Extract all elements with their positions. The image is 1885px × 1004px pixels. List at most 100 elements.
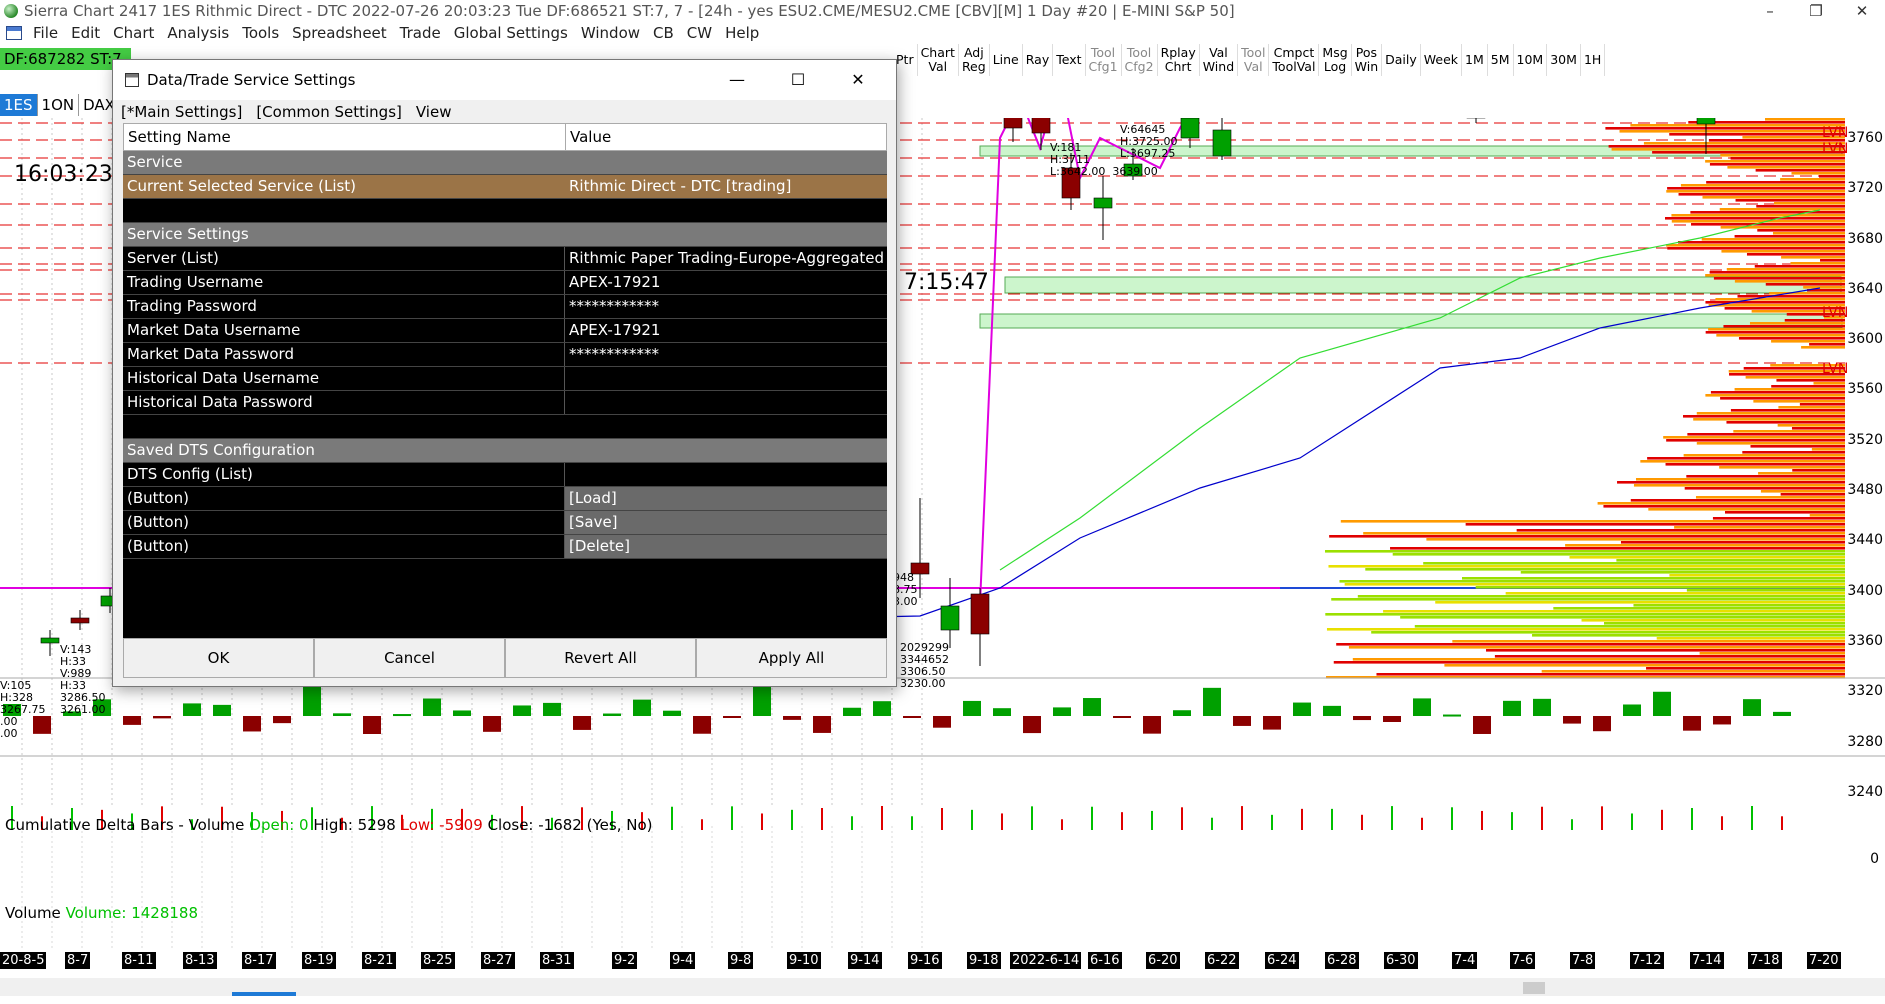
volume-profile-bar <box>1643 142 1845 145</box>
volume-profile-bar <box>1772 232 1845 235</box>
date-tick-label: 6-16 <box>1088 952 1122 969</box>
dialog-close-button[interactable]: ✕ <box>829 60 887 100</box>
toolbar-button-ray[interactable]: Ray <box>1023 44 1054 76</box>
toolbar-button-30m[interactable]: 30M <box>1547 44 1581 76</box>
setting-value-cell[interactable]: ************ <box>565 295 887 318</box>
setting-value-cell[interactable]: Rithmic Direct - DTC [trading] <box>565 175 887 198</box>
toolbar-button-line2: Text <box>1056 52 1082 67</box>
setting-value-cell[interactable] <box>565 415 887 438</box>
dialog-maximize-button[interactable]: ☐ <box>769 60 827 100</box>
toolbar-button-val[interactable]: Tool Val <box>1238 44 1270 76</box>
toolbar-button-daily[interactable]: Daily <box>1382 44 1421 76</box>
data-feed-status: DF:687282 ST:7, <box>0 48 131 70</box>
chartbook-icon[interactable] <box>6 26 22 40</box>
setting-name-cell: Trading Password <box>123 295 565 318</box>
volume-profile-bar <box>1690 211 1845 214</box>
menu-window[interactable]: Window <box>576 24 648 42</box>
setting-value-cell[interactable] <box>565 391 887 414</box>
setting-action-button[interactable]: [Load] <box>565 487 887 510</box>
delta-bar <box>1233 716 1251 726</box>
price-path <box>979 118 1188 605</box>
setting-value-cell[interactable] <box>565 199 887 222</box>
setting-value-cell[interactable]: APEX-17921 <box>565 319 887 342</box>
toolbar-button-chrt[interactable]: Rplay Chrt <box>1158 44 1200 76</box>
toolbar-button-val[interactable]: Chart Val <box>918 44 959 76</box>
settings-row[interactable]: (Button) [Delete] <box>123 535 887 559</box>
toolbar-button-wind[interactable]: Val Wind <box>1200 44 1239 76</box>
settings-row[interactable]: (Button) [Load] <box>123 487 887 511</box>
dialog-title-bar[interactable]: Data/Trade Service Settings — ☐ ✕ <box>113 60 896 100</box>
tab-1es[interactable]: 1ES <box>0 94 38 116</box>
scrollbar-thumb[interactable] <box>1523 982 1545 994</box>
settings-row[interactable]: Market Data Username APEX-17921 <box>123 319 887 343</box>
ok-button[interactable]: OK <box>123 638 314 678</box>
menu-help[interactable]: Help <box>720 24 767 42</box>
settings-row[interactable]: Trading Password ************ <box>123 295 887 319</box>
toolbar-button-log[interactable]: Msg Log <box>1319 44 1352 76</box>
toolbar-button-toolval[interactable]: Cmpct ToolVal <box>1269 44 1320 76</box>
menu-main-settings[interactable]: [*Main Settings] <box>121 103 242 121</box>
volume-profile-bar <box>1608 145 1845 148</box>
column-header-value[interactable]: Value <box>566 124 886 150</box>
cumulative-delta-open: Open: 0 <box>249 816 309 834</box>
toolbar-button-1m[interactable]: 1M <box>1462 44 1488 76</box>
window-minimize-button[interactable]: – <box>1747 0 1793 22</box>
toolbar-button-win[interactable]: Pos Win <box>1352 44 1383 76</box>
toolbar-button-line[interactable]: Line <box>990 44 1023 76</box>
setting-value-cell[interactable]: ************ <box>565 343 887 366</box>
settings-row[interactable]: Market Data Password ************ <box>123 343 887 367</box>
menu-analysis[interactable]: Analysis <box>162 24 237 42</box>
setting-value-cell[interactable]: Rithmic Paper Trading-Europe-Aggregated <box>565 247 887 270</box>
setting-value-cell[interactable] <box>565 463 887 486</box>
menu-spreadsheet[interactable]: Spreadsheet <box>287 24 394 42</box>
menu-cb[interactable]: CB <box>648 24 682 42</box>
cancel-button[interactable]: Cancel <box>314 638 505 678</box>
toolbar-button-cfg1[interactable]: Tool Cfg1 <box>1086 44 1122 76</box>
volume-label: Volume Volume: 1428188 <box>5 904 198 922</box>
settings-row[interactable]: Historical Data Password <box>123 391 887 415</box>
settings-row[interactable]: Current Selected Service (List) Rithmic D… <box>123 175 887 199</box>
toolbar-button-1h[interactable]: 1H <box>1581 44 1606 76</box>
setting-value-cell[interactable]: APEX-17921 <box>565 271 887 294</box>
delta-bar <box>303 686 321 716</box>
toolbar-button-line2: 10M <box>1516 52 1544 67</box>
settings-row[interactable]: (Button) [Save] <box>123 511 887 535</box>
toolbar-button-cfg2[interactable]: Tool Cfg2 <box>1122 44 1158 76</box>
settings-row[interactable]: Historical Data Username <box>123 367 887 391</box>
menu-common-settings[interactable]: [Common Settings] <box>256 103 402 121</box>
menu-global-settings[interactable]: Global Settings <box>449 24 576 42</box>
menu-chart[interactable]: Chart <box>108 24 162 42</box>
revert-all-button[interactable]: Revert All <box>505 638 696 678</box>
setting-action-button[interactable]: [Delete] <box>565 535 887 558</box>
apply-all-button[interactable]: Apply All <box>696 638 887 678</box>
window-controls: – ❐ ✕ <box>1747 0 1885 22</box>
toolbar-button-5m[interactable]: 5M <box>1488 44 1514 76</box>
settings-row[interactable]: Server (List) Rithmic Paper Trading-Europ… <box>123 247 887 271</box>
settings-row[interactable]: DTS Config (List) <box>123 463 887 487</box>
dialog-minimize-button[interactable]: — <box>708 60 766 100</box>
toolbar-button-reg[interactable]: Adj Reg <box>959 44 990 76</box>
menu-view[interactable]: View <box>416 103 452 121</box>
settings-row[interactable]: Trading Username APEX-17921 <box>123 271 887 295</box>
horizontal-scrollbar[interactable] <box>0 978 1885 996</box>
toolbar-button-line2: Wind <box>1202 59 1235 74</box>
menu-tools[interactable]: Tools <box>237 24 287 42</box>
delta-bar <box>663 710 681 716</box>
toolbar-button-10m[interactable]: 10M <box>1514 44 1548 76</box>
tab-1on[interactable]: 1ON <box>38 94 80 116</box>
menu-edit[interactable]: Edit <box>66 24 108 42</box>
window-close-button[interactable]: ✕ <box>1839 0 1885 22</box>
menu-trade[interactable]: Trade <box>395 24 449 42</box>
menu-cw[interactable]: CW <box>682 24 720 42</box>
volume-profile-bar <box>1799 403 1845 406</box>
setting-value-cell[interactable] <box>565 367 887 390</box>
chart-tab-strip: 1ES 1ON DAX <box>0 94 120 116</box>
date-tick-label: 6-24 <box>1265 952 1299 969</box>
column-header-setting-name[interactable]: Setting Name <box>124 124 566 150</box>
menu-file[interactable]: File <box>28 24 66 42</box>
toolbar-button-text[interactable]: Text <box>1053 44 1086 76</box>
setting-action-button[interactable]: [Save] <box>565 511 887 534</box>
toolbar-button-week[interactable]: Week <box>1421 44 1463 76</box>
date-tick-label: 6-20 <box>1146 952 1180 969</box>
window-restore-button[interactable]: ❐ <box>1793 0 1839 22</box>
